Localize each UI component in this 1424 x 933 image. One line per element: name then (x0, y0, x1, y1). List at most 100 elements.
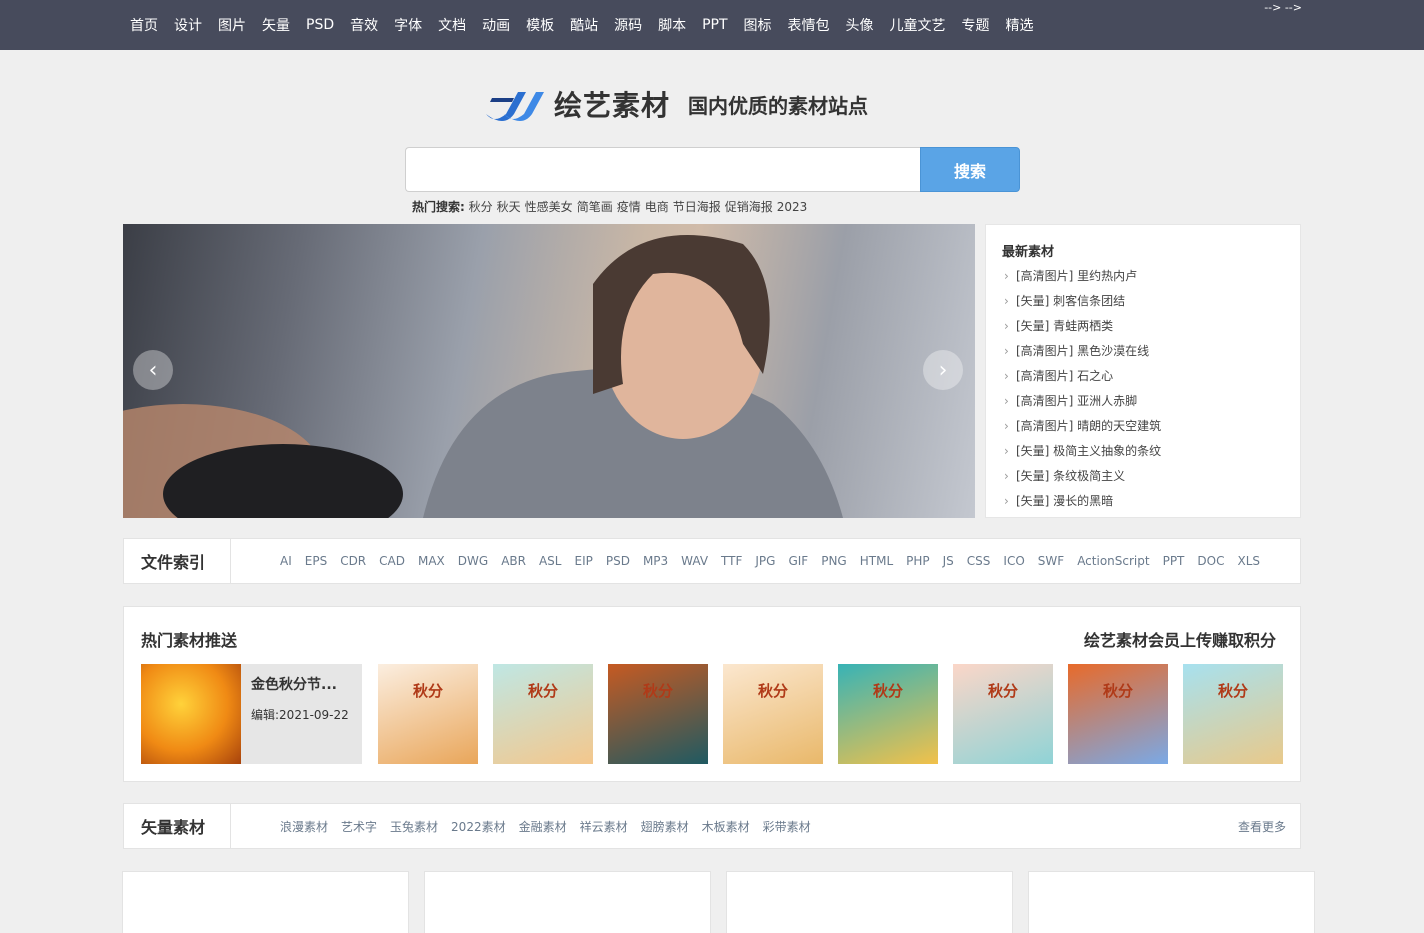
file-type-tag[interactable]: GIF (788, 554, 808, 568)
thumb-item[interactable]: 秋分 (493, 664, 593, 764)
hot-keyword[interactable]: 2023 (777, 200, 808, 214)
vector-tag[interactable]: 金融素材 (519, 818, 567, 835)
latest-item[interactable]: [高清图片] 亚洲人赤脚 (1002, 389, 1284, 414)
file-type-tag[interactable]: EPS (305, 554, 327, 568)
thumb-item[interactable]: 秋分 (378, 664, 478, 764)
banner-prev-button[interactable]: ‹ (133, 350, 173, 390)
hot-keyword[interactable]: 促销海报 (725, 200, 773, 214)
hot-keyword[interactable]: 电商 (645, 200, 669, 214)
hot-keyword[interactable]: 疫情 (617, 200, 641, 214)
nav-item[interactable]: 儿童文艺 (890, 15, 946, 35)
file-type-tag[interactable]: PNG (821, 554, 847, 568)
nav-item[interactable]: PPT (702, 17, 727, 33)
banner-next-button[interactable]: › (923, 350, 963, 390)
brand[interactable]: 绘艺素材 国内优质的素材站点 (484, 82, 868, 126)
hot-keyword[interactable]: 节日海报 (673, 200, 721, 214)
search-input[interactable] (405, 147, 920, 192)
file-type-tag[interactable]: PPT (1163, 554, 1185, 568)
nav-item[interactable]: 脚本 (658, 15, 686, 35)
latest-item[interactable]: [高清图片] 晴朗的天空建筑 (1002, 414, 1284, 439)
banner-carousel[interactable]: ‹ › (123, 224, 975, 518)
vector-tag[interactable]: 祥云素材 (580, 818, 628, 835)
latest-item[interactable]: [矢量] 极简主义抽象的条纹 (1002, 439, 1284, 464)
latest-item[interactable]: [高清图片] 黑色沙漠在线 (1002, 339, 1284, 364)
nav-item[interactable]: 表情包 (788, 15, 830, 35)
file-type-tag[interactable]: MAX (418, 554, 445, 568)
search-button[interactable]: 搜索 (920, 147, 1020, 192)
nav-item[interactable]: PSD (306, 17, 334, 33)
hot-keyword[interactable]: 简笔画 (577, 200, 613, 214)
file-type-tag[interactable]: HTML (860, 554, 893, 568)
vector-tag[interactable]: 玉兔素材 (390, 818, 438, 835)
thumb-item[interactable]: 秋分 (953, 664, 1053, 764)
thumb-item[interactable]: 秋分 (608, 664, 708, 764)
file-type-tag[interactable]: SWF (1038, 554, 1064, 568)
file-type-tag[interactable]: CAD (379, 554, 405, 568)
thumb-item[interactable]: 秋分 (1068, 664, 1168, 764)
file-type-tag[interactable]: CDR (340, 554, 366, 568)
nav-item[interactable]: 图片 (218, 15, 246, 35)
vector-more-link[interactable]: 查看更多 (1238, 804, 1286, 848)
file-type-tag[interactable]: DOC (1197, 554, 1224, 568)
nav-item[interactable]: 文档 (438, 15, 466, 35)
latest-item[interactable]: [矢量] 青蛙两栖类 (1002, 314, 1284, 339)
file-type-tag[interactable]: EIP (574, 554, 592, 568)
nav-item[interactable]: 源码 (614, 15, 642, 35)
file-type-tag[interactable]: MP3 (643, 554, 668, 568)
nav-item[interactable]: 音效 (350, 15, 378, 35)
material-card[interactable] (424, 871, 711, 933)
nav-item[interactable]: 模板 (526, 15, 554, 35)
thumb-item[interactable]: 秋分 (723, 664, 823, 764)
nav-item[interactable]: 首页 (130, 15, 158, 35)
latest-item[interactable]: [高清图片] 石之心 (1002, 364, 1284, 389)
brand-name: 绘艺素材 (554, 89, 671, 122)
material-card[interactable] (726, 871, 1013, 933)
nav-item[interactable]: 设计 (174, 15, 202, 35)
material-card[interactable] (1028, 871, 1315, 933)
file-type-tag[interactable]: CSS (967, 554, 991, 568)
hot-keyword[interactable]: 秋分 (469, 200, 493, 214)
file-type-tag[interactable]: WAV (681, 554, 708, 568)
file-type-tag[interactable]: XLS (1237, 554, 1260, 568)
latest-item[interactable]: [矢量] 刺客信条团结 (1002, 289, 1284, 314)
thumb-item[interactable]: 秋分 (838, 664, 938, 764)
latest-item[interactable]: [高清图片] 里约热内卢 (1002, 264, 1284, 289)
hot-keyword[interactable]: 秋天 (497, 200, 521, 214)
file-type-tag[interactable]: ABR (501, 554, 526, 568)
file-type-tag[interactable]: JPG (755, 554, 775, 568)
file-type-tag[interactable]: DWG (458, 554, 488, 568)
vector-tag[interactable]: 翅膀素材 (641, 818, 689, 835)
nav-item[interactable]: 头像 (846, 15, 874, 35)
file-type-tag[interactable]: ASL (539, 554, 562, 568)
vector-tag[interactable]: 艺术字 (341, 818, 377, 835)
latest-item[interactable]: [矢量] 漫长的黑暗 (1002, 489, 1284, 514)
vector-tag[interactable]: 浪漫素材 (280, 818, 328, 835)
vector-tag[interactable]: 彩带素材 (763, 818, 811, 835)
file-type-tag[interactable]: ICO (1003, 554, 1024, 568)
nav-item[interactable]: 动画 (482, 15, 510, 35)
file-index-tags: AI EPS CDR CAD MAX DWG ABR ASL EIP PSD MP3 WAV TTF JP… (280, 539, 1273, 583)
file-type-tag[interactable]: PSD (606, 554, 630, 568)
hot-keyword[interactable]: 性感美女 (525, 200, 573, 214)
nav-item[interactable]: 专题 (962, 15, 990, 35)
thumb-item[interactable]: 秋分 (1183, 664, 1283, 764)
file-type-tag[interactable]: ActionScript (1077, 554, 1149, 568)
member-upload-link[interactable]: 绘艺素材会员上传赚取积分 (1084, 627, 1276, 651)
thumb-mark: 秋分 (987, 682, 1018, 700)
vector-tag[interactable]: 2022素材 (451, 818, 506, 835)
thumb-mark: 秋分 (1102, 682, 1133, 700)
file-type-tag[interactable]: PHP (906, 554, 930, 568)
file-type-tag[interactable]: JS (943, 554, 954, 568)
nav-item[interactable]: 精选 (1006, 15, 1034, 35)
nav-item[interactable]: 酷站 (570, 15, 598, 35)
file-type-tag[interactable]: AI (280, 554, 292, 568)
file-type-tag[interactable]: TTF (721, 554, 742, 568)
feature-item[interactable]: 金色秋分节... 编辑:2021-09-22 (141, 664, 362, 764)
nav-item[interactable]: 图标 (744, 15, 772, 35)
vector-tag[interactable]: 木板素材 (702, 818, 750, 835)
nav-item[interactable]: 字体 (394, 15, 422, 35)
material-card[interactable] (122, 871, 409, 933)
nav-item[interactable]: 矢量 (262, 15, 290, 35)
latest-item[interactable]: [矢量] 条纹极简主义 (1002, 464, 1284, 489)
hot-search-keywords: 秋分 秋天 性感美女 简笔画 疫情 电商 节日海报 促销海报 2023 (469, 200, 812, 214)
